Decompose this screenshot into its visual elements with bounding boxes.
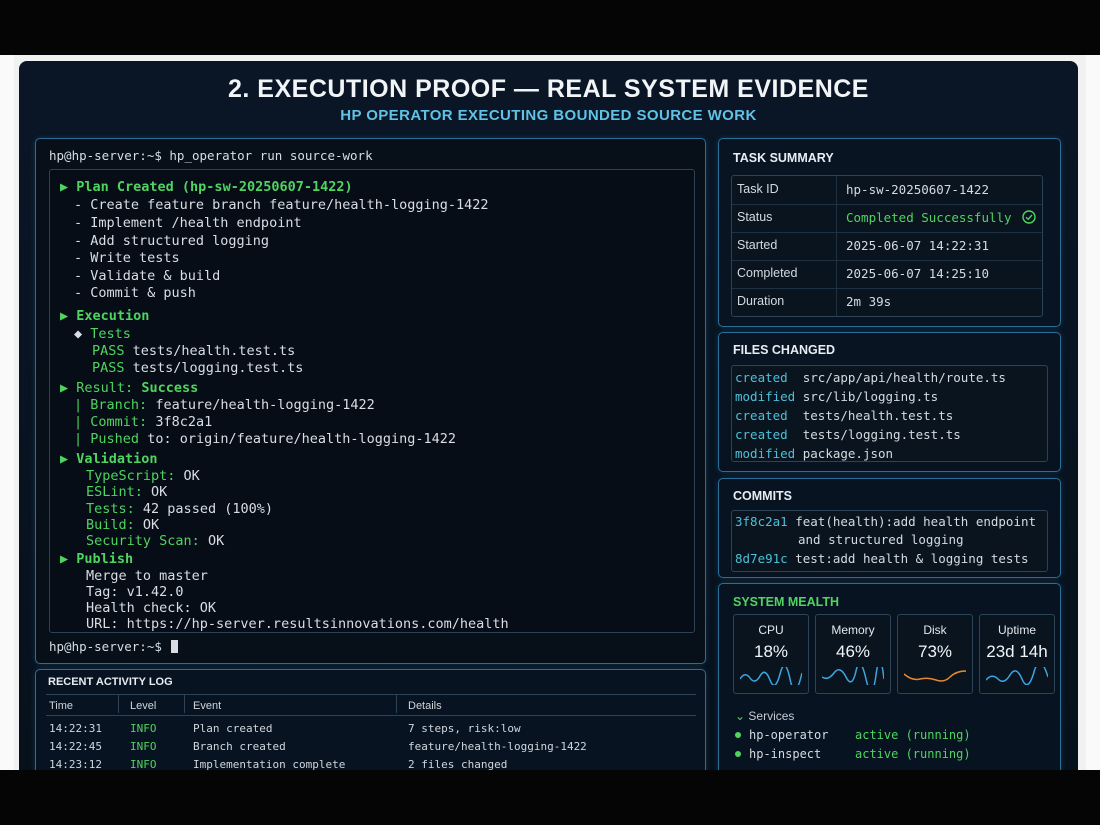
- terminal-prompt[interactable]: hp@hp-server:~$: [49, 639, 179, 654]
- execution-sub: ◆ Tests: [74, 326, 131, 342]
- commits-list: 3f8c2a1 feat(health):add health endpoint…: [731, 510, 1048, 572]
- status-badge: Completed Successfully: [846, 210, 1036, 225]
- test-result: PASS tests/logging.test.ts: [92, 360, 304, 376]
- screenshot-frame: 2. EXECUTION PROOF — REAL SYSTEM EVIDENC…: [0, 0, 1100, 825]
- task-summary-panel: TASK SUMMARY Task ID hp-sw-20250607-1422…: [718, 138, 1061, 327]
- files-changed-list: created src/app/api/health/route.ts modi…: [731, 365, 1048, 462]
- publish-line: Health check: OK: [86, 600, 217, 616]
- commit-message-cont: and structured logging: [798, 532, 964, 547]
- publish-heading: ▶ Publish: [60, 551, 134, 567]
- plan-item: - Add structured logging: [74, 233, 270, 249]
- plan-item: - Implement /health endpoint: [74, 215, 302, 231]
- summary-row: Started 2025-06-07 14:22:31: [732, 232, 1042, 261]
- service-row: hp-operator active (running): [735, 728, 971, 742]
- list-item[interactable]: created src/app/api/health/route.ts: [735, 370, 1006, 385]
- execution-heading: ▶ Execution: [60, 308, 150, 324]
- activity-log-table: Time Level Event Details 14:22:31 INFO P…: [46, 694, 696, 770]
- uptime-tile: Uptime 23d 14h: [979, 614, 1055, 694]
- services-heading[interactable]: ⌄ Services: [735, 709, 794, 723]
- service-row: hp-inspect active (running): [735, 747, 971, 761]
- terminal-panel[interactable]: hp@hp-server:~$ hp_operator run source-w…: [35, 138, 706, 664]
- cursor-block: [171, 640, 179, 653]
- status-dot-icon: [735, 751, 741, 757]
- list-item[interactable]: modified package.json: [735, 446, 893, 461]
- files-changed-panel: FILES CHANGED created src/app/api/health…: [718, 332, 1061, 472]
- commit-hash: 8d7e91c: [735, 551, 788, 566]
- system-health-title: SYSTEM MEALTH: [733, 595, 840, 609]
- column-header: Time: [49, 700, 74, 712]
- list-item[interactable]: created tests/health.test.ts: [735, 408, 953, 423]
- list-item[interactable]: 8d7e91c test:add health & logging tests: [735, 551, 1029, 566]
- validation-item: ESLint: OK: [86, 484, 168, 500]
- plan-item: - Write tests: [74, 250, 180, 266]
- summary-row: Task ID hp-sw-20250607-1422: [732, 176, 1042, 205]
- publish-line: Tag: v1.42.0: [86, 584, 184, 600]
- test-result: PASS tests/health.test.ts: [92, 343, 296, 359]
- commit-line: | Commit: 3f8c2a1: [74, 414, 213, 430]
- cpu-sparkline: [740, 667, 802, 685]
- validation-item: TypeScript: OK: [86, 468, 200, 484]
- list-item[interactable]: modified src/lib/logging.ts: [735, 389, 938, 404]
- dashboard-screen: 2. EXECUTION PROOF — REAL SYSTEM EVIDENC…: [19, 61, 1078, 770]
- top-letterbox: [0, 0, 1100, 55]
- memory-sparkline: [822, 667, 884, 685]
- validation-item: Tests: 42 passed (100%): [86, 501, 273, 517]
- task-id-value: hp-sw-20250607-1422: [846, 182, 989, 197]
- memory-tile: Memory 46%: [815, 614, 891, 694]
- plan-heading: ▶ Plan Created (hp-sw-20250607-1422): [60, 179, 353, 195]
- activity-log-title: RECENT ACTIVITY LOG: [48, 676, 173, 688]
- result-line: ▶ Result: Success: [60, 380, 199, 396]
- disk-tile: Disk 73%: [897, 614, 973, 694]
- status-dot-icon: [735, 732, 741, 738]
- pushed-line: | Pushed to: origin/feature/health-loggi…: [74, 431, 457, 447]
- validation-heading: ▶ Validation: [60, 451, 158, 467]
- column-header: Details: [408, 700, 442, 712]
- summary-row: Completed 2025-06-07 14:25:10: [732, 260, 1042, 289]
- list-item[interactable]: 3f8c2a1 feat(health):add health endpoint: [735, 514, 1036, 529]
- activity-log-panel: RECENT ACTIVITY LOG Time Level Event Det…: [35, 669, 706, 770]
- right-border: [1086, 55, 1100, 770]
- cpu-tile: CPU 18%: [733, 614, 809, 694]
- summary-row: Duration 2m 39s: [732, 288, 1042, 316]
- page-title: 2. EXECUTION PROOF — REAL SYSTEM EVIDENC…: [228, 75, 869, 103]
- branch-line: | Branch: feature/health-logging-1422: [74, 397, 375, 413]
- table-row[interactable]: 14:22:31 INFO Plan created 7 steps, risk…: [46, 722, 696, 740]
- table-row[interactable]: 14:22:45 INFO Branch created feature/hea…: [46, 740, 696, 758]
- system-health-panel: SYSTEM MEALTH CPU 18% Memory 46% Disk 73…: [718, 583, 1061, 770]
- bottom-letterbox: [0, 770, 1100, 825]
- commits-title: COMMITS: [733, 489, 793, 503]
- plan-item: - Validate & build: [74, 268, 221, 284]
- task-summary-table: Task ID hp-sw-20250607-1422 Status Compl…: [731, 175, 1043, 317]
- publish-line: Merge to master: [86, 568, 208, 584]
- chevron-down-icon: ⌄: [735, 709, 746, 723]
- validation-item: Build: OK: [86, 517, 160, 533]
- table-row[interactable]: 14:23:12 INFO Implementation complete 2 …: [46, 758, 696, 770]
- terminal-command: hp@hp-server:~$ hp_operator run source-w…: [49, 148, 373, 163]
- disk-sparkline: [904, 670, 966, 682]
- left-border: [0, 55, 14, 770]
- plan-item: - Create feature branch feature/health-l…: [74, 197, 489, 213]
- page-subtitle: HP OPERATOR EXECUTING BOUNDED SOURCE WOR…: [340, 107, 757, 124]
- commits-panel: COMMITS 3f8c2a1 feat(health):add health …: [718, 478, 1061, 578]
- list-item[interactable]: created tests/logging.test.ts: [735, 427, 961, 442]
- publish-line: URL: https://hp-server.resultsinnovation…: [86, 616, 509, 632]
- check-circle-icon: [1022, 210, 1036, 224]
- task-summary-title: TASK SUMMARY: [733, 151, 834, 165]
- validation-item: Security Scan: OK: [86, 533, 225, 549]
- plan-title: Plan Created (hp-sw-20250607-1422): [76, 179, 353, 195]
- files-changed-title: FILES CHANGED: [733, 343, 836, 357]
- column-header: Event: [193, 700, 222, 712]
- summary-row: Status Completed Successfully: [732, 204, 1042, 233]
- plan-item: - Commit & push: [74, 285, 196, 301]
- commit-hash: 3f8c2a1: [735, 514, 788, 529]
- uptime-sparkline: [986, 667, 1048, 685]
- terminal-output: ▶ Plan Created (hp-sw-20250607-1422) - C…: [49, 169, 695, 633]
- column-header: Level: [130, 700, 157, 712]
